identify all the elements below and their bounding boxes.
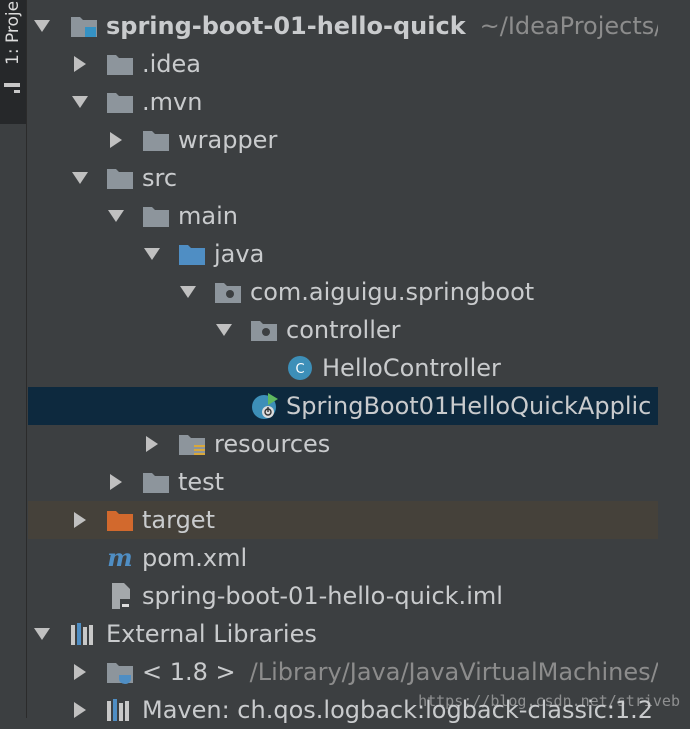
project-tool-tab[interactable]: 1: Proje <box>0 0 26 124</box>
tree-row-idea[interactable]: .idea <box>28 45 658 83</box>
jdk-path: /Library/Java/JavaVirtualMachines/ <box>249 658 658 686</box>
project-tree[interactable]: spring-boot-01-hello-quick ~/IdeaProjects… <box>28 0 658 724</box>
watermark: https://blog.csdn.net/striveb <box>418 692 680 710</box>
tree-label-external-libraries: External Libraries <box>106 620 317 648</box>
folder-icon <box>142 127 170 153</box>
chevron-down-icon[interactable] <box>70 159 90 197</box>
tree-label-app-class: SpringBoot01HelloQuickApplic <box>286 392 652 420</box>
tree-row-root[interactable]: spring-boot-01-hello-quick ~/IdeaProjects… <box>28 7 658 45</box>
chevron-right-icon[interactable] <box>106 463 126 501</box>
tree-label-resources: resources <box>214 430 331 458</box>
tree-row-target[interactable]: target <box>28 501 658 539</box>
tree-row-mvn[interactable]: .mvn <box>28 83 658 121</box>
tree-label-test: test <box>178 468 225 496</box>
folder-icon <box>142 203 170 229</box>
chevron-right-icon[interactable] <box>70 691 90 729</box>
tree-label-src: src <box>142 164 178 192</box>
chevron-right-icon[interactable] <box>70 501 90 539</box>
project-panel-icon <box>4 82 20 96</box>
scroll-edge <box>658 0 690 718</box>
tree-row-main[interactable]: main <box>28 197 658 235</box>
folder-icon <box>106 89 134 115</box>
svg-text:C: C <box>295 362 304 377</box>
tree-label-controller: controller <box>286 316 401 344</box>
folder-icon <box>106 165 134 191</box>
module-file-icon <box>108 583 136 609</box>
chevron-down-icon[interactable] <box>32 615 52 653</box>
tree-row-wrapper[interactable]: wrapper <box>28 121 658 159</box>
tree-label-main: main <box>178 202 238 230</box>
source-folder-icon <box>178 241 206 267</box>
tree-label-wrapper: wrapper <box>178 126 278 154</box>
chevron-down-icon[interactable] <box>106 197 126 235</box>
tree-label-hello-controller: HelloController <box>322 354 501 382</box>
package-icon <box>250 317 278 343</box>
folder-icon <box>106 51 134 77</box>
spring-boot-class-icon <box>250 393 278 419</box>
tool-window-strip: 1: Proje <box>0 0 27 718</box>
tree-row-jdk[interactable]: < 1.8 >/Library/Java/JavaVirtualMachines… <box>28 653 658 691</box>
tree-label-jdk: < 1.8 >/Library/Java/JavaVirtualMachines… <box>142 658 658 686</box>
root-project-name: spring-boot-01-hello-quick ~/IdeaProjects… <box>106 7 658 45</box>
tree-label-package: com.aiguigu.springboot <box>250 278 535 306</box>
tree-row-resources[interactable]: resources <box>28 425 658 463</box>
tree-row-controller[interactable]: controller <box>28 311 658 349</box>
chevron-right-icon[interactable] <box>142 425 162 463</box>
excluded-folder-icon <box>106 507 134 533</box>
tree-row-pom[interactable]: m pom.xml <box>28 539 658 577</box>
tree-row-test[interactable]: test <box>28 463 658 501</box>
tree-label-mvn: .mvn <box>142 88 203 116</box>
chevron-down-icon[interactable] <box>142 235 162 273</box>
maven-icon: m <box>106 545 134 571</box>
tree-label-idea: .idea <box>142 50 202 78</box>
package-icon <box>214 279 242 305</box>
chevron-down-icon[interactable] <box>178 273 198 311</box>
tree-row-iml[interactable]: spring-boot-01-hello-quick.iml <box>28 577 658 615</box>
tree-row-package[interactable]: com.aiguigu.springboot <box>28 273 658 311</box>
chevron-right-icon[interactable] <box>106 121 126 159</box>
tree-label-java: java <box>214 240 265 268</box>
tree-row-src[interactable]: src <box>28 159 658 197</box>
tree-row-app-class[interactable]: SpringBoot01HelloQuickApplic <box>28 387 658 425</box>
jdk-folder-icon <box>106 659 134 685</box>
project-tab-label: 1: Proje <box>3 0 23 65</box>
library-icon <box>70 621 98 647</box>
tree-row-java[interactable]: java <box>28 235 658 273</box>
tree-label-pom: pom.xml <box>142 544 248 572</box>
resources-folder-icon <box>178 431 206 457</box>
class-icon: C <box>286 355 314 381</box>
tree-row-hello-controller[interactable]: C HelloController <box>28 349 658 387</box>
module-folder-icon <box>70 13 98 39</box>
root-project-path: ~/IdeaProjects/ <box>479 12 658 40</box>
chevron-down-icon[interactable] <box>70 83 90 121</box>
tree-label-target: target <box>142 506 215 534</box>
folder-icon <box>142 469 170 495</box>
chevron-right-icon[interactable] <box>70 45 90 83</box>
tree-label-iml: spring-boot-01-hello-quick.iml <box>142 582 503 610</box>
tree-row-external-libraries[interactable]: External Libraries <box>28 615 658 653</box>
chevron-down-icon[interactable] <box>32 7 52 45</box>
chevron-down-icon[interactable] <box>214 311 234 349</box>
library-icon <box>106 697 134 723</box>
chevron-right-icon[interactable] <box>70 653 90 691</box>
svg-text:m: m <box>107 545 132 571</box>
